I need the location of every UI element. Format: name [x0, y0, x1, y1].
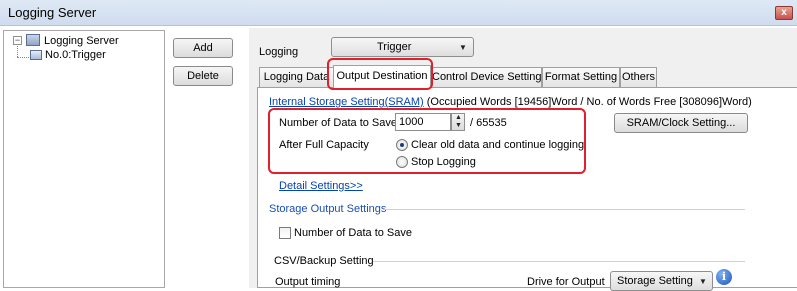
delete-button-label: Delete [187, 70, 219, 82]
detail-settings-link[interactable]: Detail Settings>> [279, 180, 363, 192]
tree-item-trigger[interactable]: No.0:Trigger [45, 49, 106, 61]
chevron-down-icon: ▼ [459, 43, 467, 52]
collapse-icon[interactable]: − [13, 36, 22, 45]
tab-control-device-setting[interactable]: Control Device Setting [431, 67, 542, 87]
tab-logging-data[interactable]: Logging Data [259, 67, 334, 87]
add-button[interactable]: Add [173, 38, 233, 58]
number-of-data-checkbox[interactable] [279, 227, 291, 239]
tab-format-setting[interactable]: Format Setting [542, 67, 620, 87]
radio-clear-old-data-label[interactable]: Clear old data and continue logging [411, 139, 584, 151]
logging-server-tree: − Logging Server No.0:Trigger [3, 30, 165, 288]
drive-for-output-select[interactable]: Storage Setting ▼ [610, 271, 713, 291]
storage-section-divider [384, 209, 745, 210]
tree-connector [17, 43, 18, 57]
csv-section-divider [373, 261, 745, 262]
storage-output-settings-title: Storage Output Settings [269, 203, 387, 215]
data-to-save-label: Number of Data to Save [279, 117, 398, 129]
data-to-save-value: 1000 [399, 116, 424, 128]
drive-for-output-label: Drive for Output [527, 276, 605, 288]
data-to-save-max: / 65535 [470, 117, 507, 129]
tree-root-label[interactable]: Logging Server [44, 35, 119, 47]
window-title: Logging Server [8, 5, 97, 20]
delete-button[interactable]: Delete [173, 66, 233, 86]
tab-others[interactable]: Others [620, 67, 657, 87]
spin-up-icon[interactable]: ▲ [455, 114, 462, 121]
close-button[interactable]: x [775, 6, 793, 20]
sram-clock-setting-button[interactable]: SRAM/Clock Setting... [614, 113, 748, 133]
spin-down-icon[interactable]: ▼ [455, 122, 462, 129]
data-to-save-input[interactable]: 1000 [395, 113, 451, 131]
after-full-capacity-label: After Full Capacity [279, 139, 369, 151]
drive-for-output-value: Storage Setting [617, 275, 693, 287]
logging-mode-value: Trigger [377, 41, 412, 53]
add-button-label: Add [193, 42, 213, 54]
radio-stop-logging-label[interactable]: Stop Logging [411, 156, 476, 168]
logging-server-icon [26, 34, 40, 46]
sram-clock-setting-label: SRAM/Clock Setting... [626, 117, 736, 129]
sram-settings-line: Internal Storage Setting(SRAM) (Occupied… [269, 96, 752, 108]
logging-mode-select[interactable]: Trigger ▼ [331, 37, 474, 57]
csv-backup-title: CSV/Backup Setting [274, 255, 374, 267]
info-icon[interactable]: i [716, 269, 732, 285]
number-of-data-checkbox-label[interactable]: Number of Data to Save [294, 227, 412, 239]
tree-connector [17, 57, 29, 58]
radio-stop-logging[interactable] [396, 156, 408, 168]
sram-settings-link[interactable]: Internal Storage Setting(SRAM) [269, 96, 424, 108]
title-bar: Logging Server x [0, 0, 797, 26]
close-icon: x [781, 7, 787, 18]
chevron-down-icon: ▼ [699, 277, 707, 286]
radio-clear-old-data[interactable] [396, 139, 408, 151]
data-to-save-spinner[interactable]: ▲ ▼ [451, 113, 465, 131]
trigger-icon [30, 50, 42, 60]
sram-occupancy-info: (Occupied Words [19456]Word / No. of Wor… [423, 96, 752, 108]
logging-label: Logging [259, 46, 299, 58]
output-timing-label: Output timing [275, 276, 341, 288]
tab-highlight-frame [327, 58, 433, 90]
